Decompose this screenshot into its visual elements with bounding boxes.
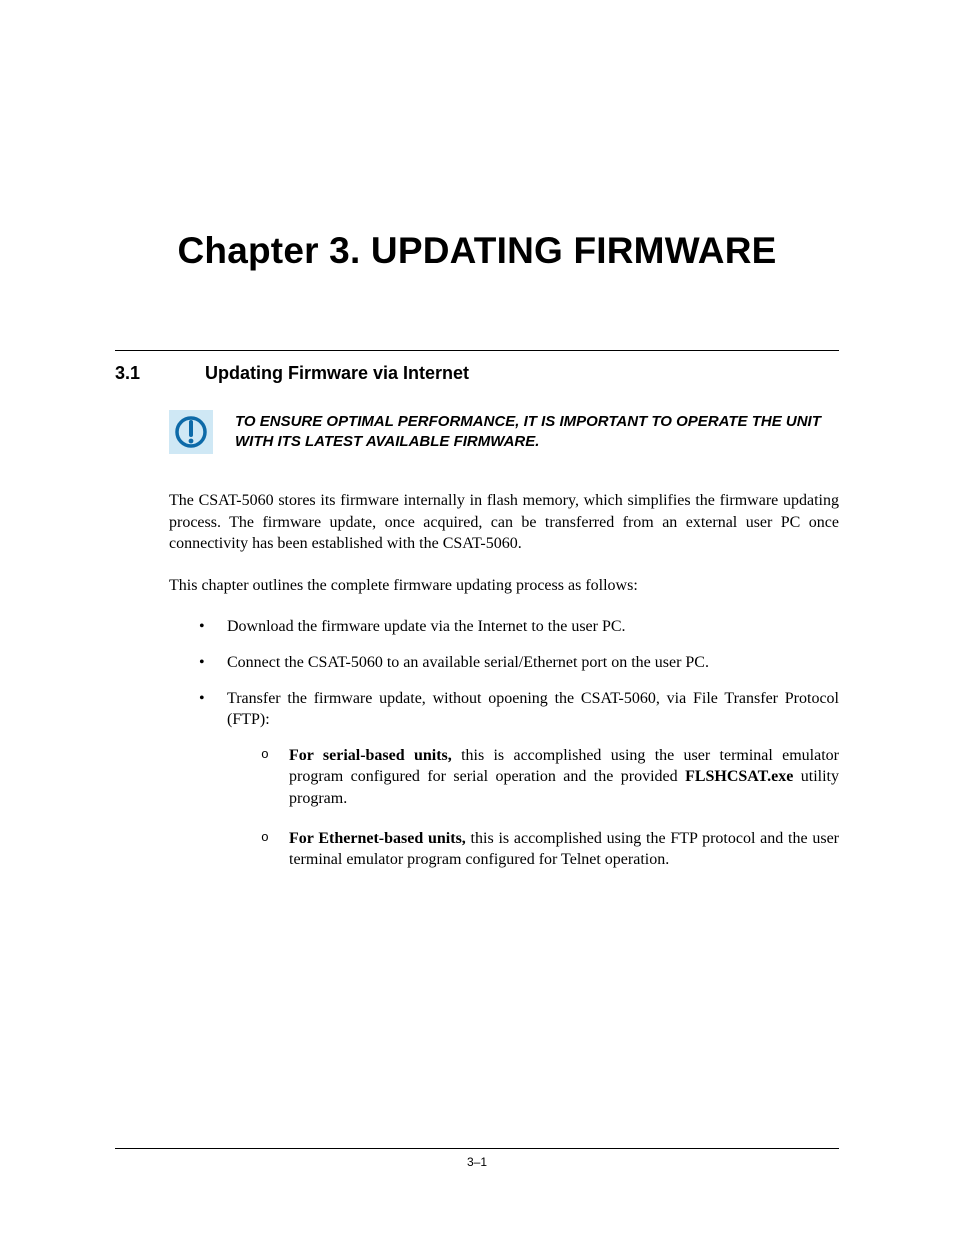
chapter-title: Chapter 3. UPDATING FIRMWARE [115, 0, 839, 272]
paragraph: The CSAT-5060 stores its firmware intern… [169, 490, 839, 555]
bullet-list: Download the firmware update via the Int… [199, 616, 839, 870]
sub-lead: For serial-based units, [289, 747, 452, 764]
section-heading: 3.1 Updating Firmware via Internet [115, 363, 839, 384]
list-item: Connect the CSAT-5060 to an available se… [199, 652, 839, 674]
list-item: For Ethernet-based units, this is accomp… [261, 828, 839, 871]
list-item-text: Transfer the firmware update, without op… [227, 690, 839, 729]
program-name: FLSHCSAT.exe [685, 768, 793, 785]
important-callout: TO ENSURE OPTIMAL PERFORMANCE, IT IS IMP… [169, 410, 839, 454]
footer-rule [115, 1148, 839, 1149]
list-item: For serial-based units, this is accompli… [261, 745, 839, 810]
paragraph: This chapter outlines the complete firmw… [169, 575, 839, 597]
horizontal-rule [115, 350, 839, 351]
sub-lead: For Ethernet-based units, [289, 830, 466, 847]
page-number: 3–1 [0, 1155, 954, 1169]
sub-list: For serial-based units, this is accompli… [261, 745, 839, 871]
body-content: The CSAT-5060 stores its firmware intern… [169, 490, 839, 871]
section-number: 3.1 [115, 363, 205, 384]
page: Chapter 3. UPDATING FIRMWARE 3.1 Updatin… [0, 0, 954, 1235]
callout-text: TO ENSURE OPTIMAL PERFORMANCE, IT IS IMP… [235, 412, 839, 453]
info-icon [169, 410, 213, 454]
list-item: Transfer the firmware update, without op… [199, 688, 839, 871]
list-item: Download the firmware update via the Int… [199, 616, 839, 638]
section-title: Updating Firmware via Internet [205, 363, 469, 384]
